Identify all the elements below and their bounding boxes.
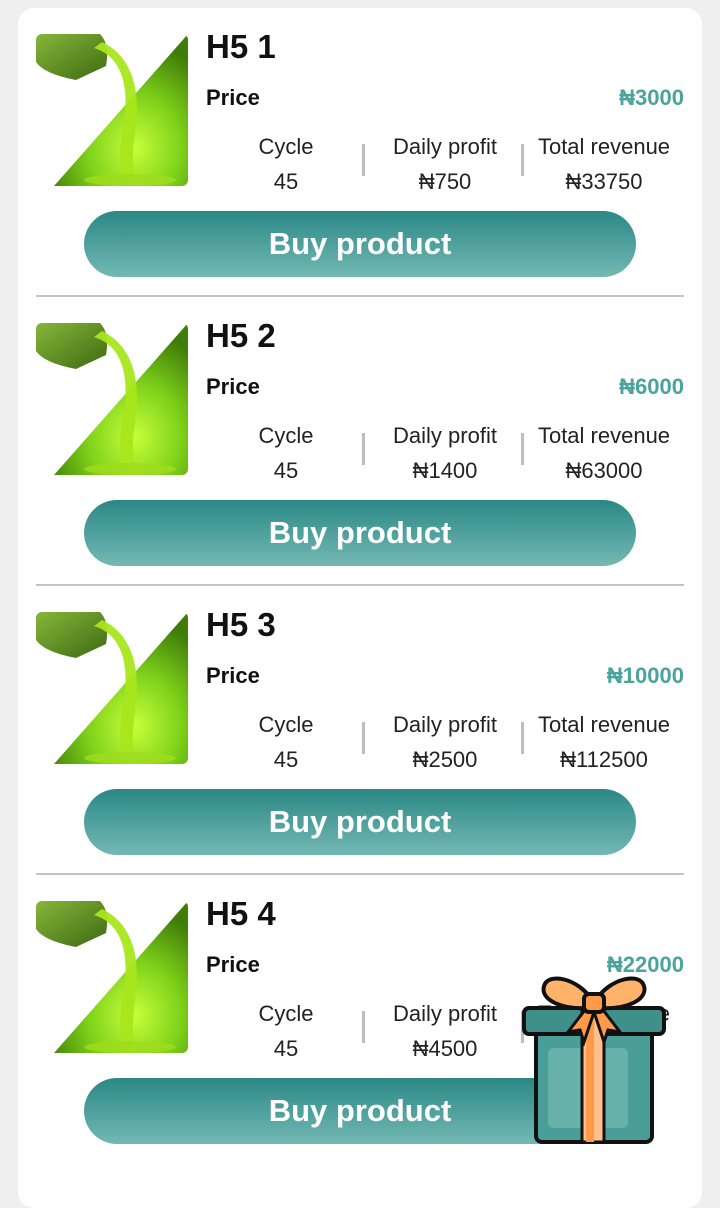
stat-cycle: Cycle 45 xyxy=(211,423,361,484)
stat-label: Cycle xyxy=(258,1001,314,1026)
stat-cycle: Cycle 45 xyxy=(211,1001,361,1062)
stat-total-revenue: Total revenue ₦112500 xyxy=(529,712,679,773)
buy-product-button[interactable]: Buy product xyxy=(84,500,636,566)
stat-daily-profit: Daily profit ₦2500 xyxy=(370,712,520,773)
buy-product-button[interactable]: Buy product xyxy=(84,211,636,277)
stat-cycle: Cycle 45 xyxy=(211,712,361,773)
stat-value: ₦63000 xyxy=(565,458,643,483)
product-price: ₦10000 xyxy=(606,663,684,688)
product-image xyxy=(36,612,188,764)
product-name: H5 2 xyxy=(206,317,276,354)
stat-value: ₦33750 xyxy=(565,169,643,194)
price-label: Price xyxy=(206,663,260,688)
stat-label: Cycle xyxy=(258,712,314,737)
stat-separator xyxy=(362,722,365,754)
product-image xyxy=(36,323,188,475)
product-item: H5 1 Price ₦3000 Cycle 45 Daily profit ₦… xyxy=(36,8,684,297)
product-name: H5 3 xyxy=(206,606,276,643)
stat-cycle: Cycle 45 xyxy=(211,134,361,195)
price-label: Price xyxy=(206,952,260,977)
oil-pour-icon xyxy=(36,901,188,1053)
stat-separator xyxy=(521,433,524,465)
stat-label: Total revenue xyxy=(537,134,671,159)
stat-daily-profit: Daily profit ₦1400 xyxy=(370,423,520,484)
stat-label: Cycle xyxy=(258,134,314,159)
stat-value: ₦750 xyxy=(418,169,472,194)
stat-value: 45 xyxy=(273,169,299,194)
product-price: ₦3000 xyxy=(619,85,684,110)
stat-label: Daily profit xyxy=(393,712,497,737)
stat-total-revenue: Total revenue ₦33750 xyxy=(529,134,679,195)
stat-value: ₦112500 xyxy=(560,747,648,772)
stat-label: Cycle xyxy=(258,423,314,448)
buy-product-button[interactable]: Buy product xyxy=(84,789,636,855)
stat-daily-profit: Daily profit ₦750 xyxy=(370,134,520,195)
price-label: Price xyxy=(206,85,260,110)
stat-separator xyxy=(362,433,365,465)
stat-label: Daily profit xyxy=(393,1001,497,1026)
stat-label: Total revenue xyxy=(537,712,671,737)
stat-value: 45 xyxy=(273,1036,299,1061)
stat-value: ₦1400 xyxy=(412,458,478,483)
stat-separator xyxy=(362,144,365,176)
stat-separator xyxy=(521,722,524,754)
product-image xyxy=(36,901,188,1053)
product-name: H5 4 xyxy=(206,895,276,932)
oil-pour-icon xyxy=(36,323,188,475)
gift-box-button[interactable] xyxy=(518,972,670,1148)
stat-value: ₦2500 xyxy=(412,747,478,772)
price-label: Price xyxy=(206,374,260,399)
oil-pour-icon xyxy=(36,34,188,186)
stat-label: Total revenue xyxy=(537,423,671,448)
stat-separator xyxy=(521,144,524,176)
oil-pour-icon xyxy=(36,612,188,764)
stat-value: 45 xyxy=(273,458,299,483)
product-price: ₦6000 xyxy=(619,374,684,399)
product-name: H5 1 xyxy=(206,28,276,65)
product-image xyxy=(36,34,188,186)
gift-box-icon xyxy=(522,976,666,1144)
stat-daily-profit: Daily profit ₦4500 xyxy=(370,1001,520,1062)
stat-label: Daily profit xyxy=(393,423,497,448)
product-item: H5 2 Price ₦6000 Cycle 45 Daily profit ₦… xyxy=(36,297,684,586)
stat-separator xyxy=(362,1011,365,1043)
stat-total-revenue: Total revenue ₦63000 xyxy=(529,423,679,484)
product-item: H5 3 Price ₦10000 Cycle 45 Daily profit … xyxy=(36,586,684,875)
stat-value: 45 xyxy=(273,747,299,772)
stat-label: Daily profit xyxy=(393,134,497,159)
stat-value: ₦4500 xyxy=(412,1036,478,1061)
